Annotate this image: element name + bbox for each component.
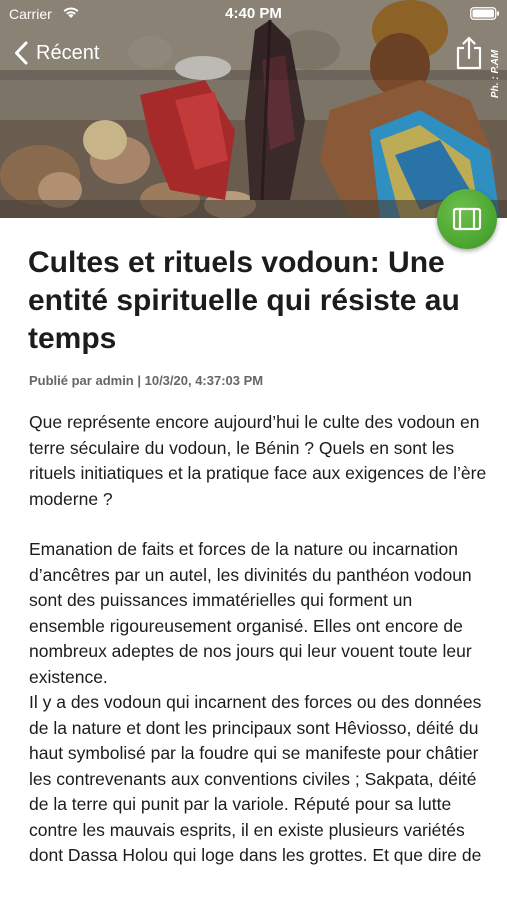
ritual-scene-image (0, 0, 507, 218)
chevron-left-icon (15, 41, 28, 65)
share-icon[interactable] (455, 36, 483, 70)
article-paragraph: Il y a des vodoun qui incarnent des forc… (29, 692, 482, 865)
article-paragraph: Que représente encore aujourd’hui le cul… (29, 412, 487, 509)
back-button[interactable]: Récent (14, 38, 99, 68)
article-paragraph: Emanation de faits et forces de la natur… (29, 539, 472, 687)
back-label: Récent (36, 41, 100, 64)
article-meta: Publié par admin | 10/3/20, 4:37:03 PM (29, 373, 264, 388)
article-body: Que représente encore aujourd’hui le cul… (29, 410, 489, 869)
gallery-button[interactable] (437, 189, 497, 249)
hero-photo: Carrier 4:40 PM Récent Ph.: P.AM (0, 0, 507, 218)
status-bar: Carrier 4:40 PM (0, 0, 507, 28)
article-screen: Carrier 4:40 PM Récent Ph.: P.AM Cultes… (0, 0, 507, 900)
article-title: Cultes et rituels vodoun: Une entité spi… (28, 246, 460, 355)
film-strip-icon (452, 207, 482, 231)
photo-credit: Ph. : P.AM (490, 49, 501, 98)
battery-icon (470, 7, 499, 20)
status-time: 4:40 PM (225, 5, 282, 22)
